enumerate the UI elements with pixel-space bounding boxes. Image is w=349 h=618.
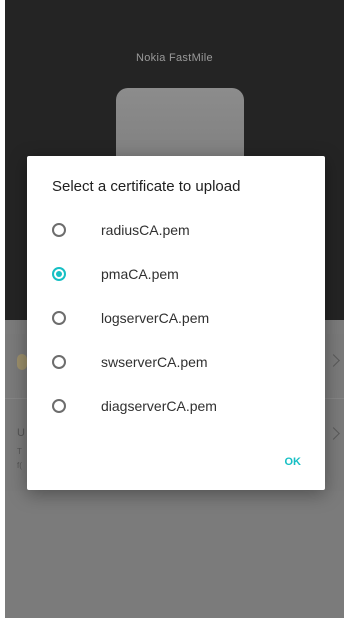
ok-button[interactable]: OK (285, 456, 302, 468)
certificate-dialog: Select a certificate to upload radiusCA.… (27, 156, 325, 490)
option-diagserverca[interactable]: diagserverCA.pem (27, 386, 325, 430)
dialog-title: Select a certificate to upload (52, 178, 241, 195)
background-card-title: U (17, 427, 25, 439)
option-pmaca[interactable]: pmaCA.pem (27, 254, 325, 298)
background-card-text: T (17, 447, 22, 456)
option-label: pmaCA.pem (101, 266, 179, 282)
option-label: radiusCA.pem (101, 222, 190, 238)
background-card-text: f( (17, 461, 22, 470)
radio-unchecked-icon[interactable] (52, 223, 66, 237)
radio-unchecked-icon[interactable] (52, 399, 66, 413)
option-label: diagserverCA.pem (101, 398, 217, 414)
chevron-right-icon (327, 354, 340, 367)
status-dot (17, 354, 27, 370)
option-logserverca[interactable]: logserverCA.pem (27, 298, 325, 342)
option-label: logserverCA.pem (101, 310, 210, 326)
radio-unchecked-icon[interactable] (52, 355, 66, 369)
certificate-options: radiusCA.pem pmaCA.pem logserverCA.pem s… (27, 210, 325, 430)
chevron-right-icon (327, 427, 340, 440)
app-title: Nokia FastMile (136, 52, 213, 64)
app-screen: Nokia FastMile U T f( Select a certifica… (5, 0, 344, 618)
radio-checked-icon[interactable] (52, 267, 66, 281)
option-radiusca[interactable]: radiusCA.pem (27, 210, 325, 254)
option-label: swserverCA.pem (101, 354, 208, 370)
option-swserverca[interactable]: swserverCA.pem (27, 342, 325, 386)
radio-unchecked-icon[interactable] (52, 311, 66, 325)
